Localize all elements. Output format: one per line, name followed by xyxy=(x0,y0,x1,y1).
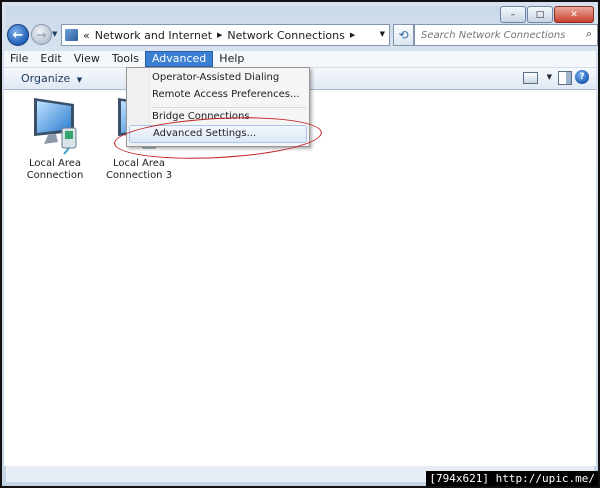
search-box[interactable]: ⌕ xyxy=(414,24,598,46)
connection-item[interactable]: Local Area Connection xyxy=(20,94,90,182)
chevron-down-icon: ▼ xyxy=(76,76,83,84)
organize-label: Organize xyxy=(21,72,71,85)
back-arrow-icon: ← xyxy=(12,27,24,43)
menu-item-remote-access-preferences[interactable]: Remote Access Preferences... xyxy=(152,87,300,103)
navigation-bar: ← → ▼ « Network and Internet ▶ Network C… xyxy=(4,21,598,49)
menu-view[interactable]: View xyxy=(68,51,106,67)
refresh-button[interactable]: ⟲ xyxy=(393,24,414,46)
menu-bar: File Edit View Tools Advanced Help xyxy=(4,51,596,68)
menu-item-bridge-connections[interactable]: Bridge Connections xyxy=(152,109,250,125)
view-options-dropdown-icon[interactable]: ▼ xyxy=(547,73,552,81)
change-view-icon[interactable] xyxy=(523,72,538,84)
menu-separator xyxy=(152,107,306,108)
help-icon[interactable]: ? xyxy=(575,70,589,84)
watermark: [794x621] http://upic.me/ xyxy=(426,471,598,486)
menu-file[interactable]: File xyxy=(4,51,34,67)
forward-arrow-icon: → xyxy=(36,27,47,42)
menu-item-advanced-settings[interactable]: Advanced Settings... xyxy=(129,125,307,143)
menu-tools[interactable]: Tools xyxy=(106,51,145,67)
forward-button[interactable]: → xyxy=(31,24,52,45)
breadcrumb-network-connections[interactable]: Network Connections xyxy=(227,29,344,42)
window: – □ ✕ ← → ▼ « Network and Internet ▶ Net… xyxy=(0,0,600,488)
address-dropdown-icon[interactable]: ▼ xyxy=(380,30,385,38)
breadcrumb-chevron-icon[interactable]: ▶ xyxy=(350,31,355,39)
address-bar[interactable]: « Network and Internet ▶ Network Connect… xyxy=(61,24,390,46)
refresh-icon: ⟲ xyxy=(398,28,409,42)
menu-help[interactable]: Help xyxy=(213,51,250,67)
breadcrumb-network-and-internet[interactable]: Network and Internet xyxy=(95,29,212,42)
search-icon[interactable]: ⌕ xyxy=(586,27,592,41)
menu-advanced[interactable]: Advanced xyxy=(144,51,214,67)
network-adapter-icon xyxy=(28,94,82,156)
breadcrumb-chevron-icon[interactable]: ▶ xyxy=(217,31,222,39)
search-input[interactable] xyxy=(419,26,578,44)
back-button[interactable]: ← xyxy=(7,24,29,46)
connection-label: Local Area Connection xyxy=(26,158,84,181)
recent-pages-dropdown-icon[interactable]: ▼ xyxy=(52,30,57,38)
preview-pane-icon[interactable] xyxy=(558,71,572,85)
advanced-menu: Operator-Assisted Dialing Remote Access … xyxy=(126,67,310,147)
organize-button[interactable]: Organize ▼ xyxy=(10,70,93,88)
connection-label: Local Area Connection 3 xyxy=(105,158,173,181)
network-folder-icon xyxy=(65,29,78,41)
menu-edit[interactable]: Edit xyxy=(34,51,67,67)
breadcrumb-overflow[interactable]: « xyxy=(83,29,90,42)
menu-item-operator-assisted-dialing[interactable]: Operator-Assisted Dialing xyxy=(152,70,279,86)
